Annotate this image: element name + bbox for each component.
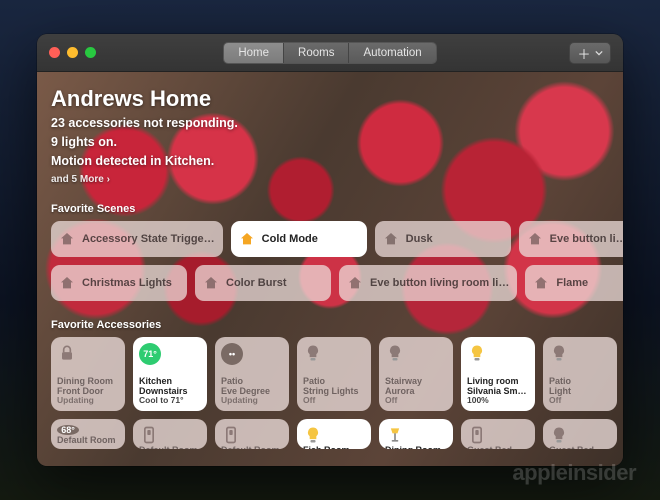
scene-label: Eve button living room li… <box>370 277 509 289</box>
house-icon <box>239 231 255 247</box>
bulb-icon <box>385 343 405 363</box>
switch-icon <box>221 425 241 445</box>
accessory-state: Off <box>385 396 447 406</box>
lamp-icon <box>385 425 405 445</box>
accessory-room: Default Room <box>221 445 283 449</box>
thermostat-icon: •• <box>221 343 243 365</box>
accessory-tile[interactable]: Default Room <box>133 419 207 449</box>
scene-label: Eve button li… <box>550 233 623 245</box>
accessory-tile[interactable]: 71°KitchenDownstairsCool to 71° <box>133 337 207 411</box>
bulb-icon <box>549 343 569 363</box>
tab-automation[interactable]: Automation <box>349 43 435 63</box>
accessory-room: Stairway <box>385 376 447 386</box>
house-icon <box>59 275 75 291</box>
scene-label: Dusk <box>406 233 433 245</box>
app-window: HomeRoomsAutomation ＋ Andrews Home 23 ac… <box>37 34 623 466</box>
accessory-state: Off <box>303 396 365 406</box>
window-controls <box>49 47 96 58</box>
accessory-room: Guest Bed… <box>549 445 611 449</box>
tab-home[interactable]: Home <box>224 43 284 63</box>
home-title: Andrews Home <box>51 86 609 112</box>
house-icon <box>59 231 75 247</box>
house-icon <box>533 275 549 291</box>
switch-icon <box>467 425 487 445</box>
accessory-tile[interactable]: Guest Bed… <box>543 419 617 449</box>
accessory-state: Updating <box>221 396 283 406</box>
accessory-tile[interactable]: ••PatioEve DegreeUpdating <box>215 337 289 411</box>
scene-tile[interactable]: Accessory State Trigge… <box>51 221 223 257</box>
thermostat-icon: 68° <box>57 425 79 435</box>
scene-tile[interactable]: Color Burst <box>195 265 331 301</box>
scene-tile[interactable]: Eve button li… <box>519 221 623 257</box>
accessories-label: Favorite Accessories <box>51 319 609 331</box>
minimize-icon[interactable] <box>67 47 78 58</box>
accessory-room: Fish Room <box>303 445 365 449</box>
bulb-icon <box>467 343 487 363</box>
accessory-state: 100% <box>467 396 529 406</box>
accessory-state: Cool to 71° <box>139 396 201 406</box>
tab-bar: HomeRoomsAutomation <box>223 42 436 64</box>
switch-icon <box>139 425 159 445</box>
bulb-icon <box>303 425 323 445</box>
accessory-state: Updating <box>57 396 119 406</box>
scene-tile[interactable]: Dusk <box>375 221 511 257</box>
accessory-room: Default Room <box>139 445 201 449</box>
scenes-label: Favorite Scenes <box>51 203 609 215</box>
bulb-icon <box>549 425 569 445</box>
house-icon <box>527 231 543 247</box>
chevron-down-icon <box>595 49 603 57</box>
lock-icon <box>57 343 77 363</box>
scene-tile[interactable]: Christmas Lights <box>51 265 187 301</box>
accessory-tile[interactable]: Guest Bed… <box>461 419 535 449</box>
scene-label: Cold Mode <box>262 233 318 245</box>
house-icon <box>203 275 219 291</box>
accessory-room: Living room <box>467 376 529 386</box>
accessory-tile[interactable]: Dining Room <box>379 419 453 449</box>
house-icon <box>347 275 363 291</box>
accessory-room: Kitchen <box>139 376 201 386</box>
plus-icon: ＋ <box>577 44 590 63</box>
thermostat-icon: 71° <box>139 343 161 365</box>
scene-tile[interactable]: Eve button living room li… <box>339 265 517 301</box>
scene-tile[interactable]: Flame <box>525 265 623 301</box>
scene-label: Accessory State Trigge… <box>82 233 215 245</box>
accessory-state: Off <box>549 396 611 406</box>
tab-rooms[interactable]: Rooms <box>284 43 349 63</box>
accessory-tile[interactable]: Fish Room <box>297 419 371 449</box>
zoom-icon[interactable] <box>85 47 96 58</box>
accessory-tile[interactable]: Living roomSilvania Sm…100% <box>461 337 535 411</box>
accessory-room: Patio <box>221 376 283 386</box>
status-summary: 23 accessories not responding.9 lights o… <box>51 114 609 170</box>
accessory-tile[interactable]: StairwayAuroraOff <box>379 337 453 411</box>
scene-label: Christmas Lights <box>82 277 172 289</box>
accessory-room: Dining Room <box>385 445 447 449</box>
scene-label: Flame <box>556 277 588 289</box>
scene-tile[interactable]: Cold Mode <box>231 221 367 257</box>
add-button[interactable]: ＋ <box>569 42 611 64</box>
accessory-room: Guest Bed… <box>467 445 529 449</box>
accessory-room: Default Room <box>57 435 119 445</box>
bulb-icon <box>303 343 323 363</box>
accessory-tile[interactable]: PatioString LightsOff <box>297 337 371 411</box>
close-icon[interactable] <box>49 47 60 58</box>
status-more-link[interactable]: and 5 More › <box>51 174 609 185</box>
content: Andrews Home 23 accessories not respondi… <box>37 72 623 466</box>
accessory-tile[interactable]: 68°Default Room <box>51 419 125 449</box>
accessory-room: Patio <box>303 376 365 386</box>
titlebar: HomeRoomsAutomation ＋ <box>37 34 623 72</box>
accessory-room: Patio <box>549 376 611 386</box>
accessory-room: Dining Room <box>57 376 119 386</box>
house-icon <box>383 231 399 247</box>
accessory-tile[interactable]: Dining RoomFront DoorUpdating <box>51 337 125 411</box>
accessory-tile[interactable]: Default Room <box>215 419 289 449</box>
scene-label: Color Burst <box>226 277 287 289</box>
accessory-tile[interactable]: PatioLightOff <box>543 337 617 411</box>
